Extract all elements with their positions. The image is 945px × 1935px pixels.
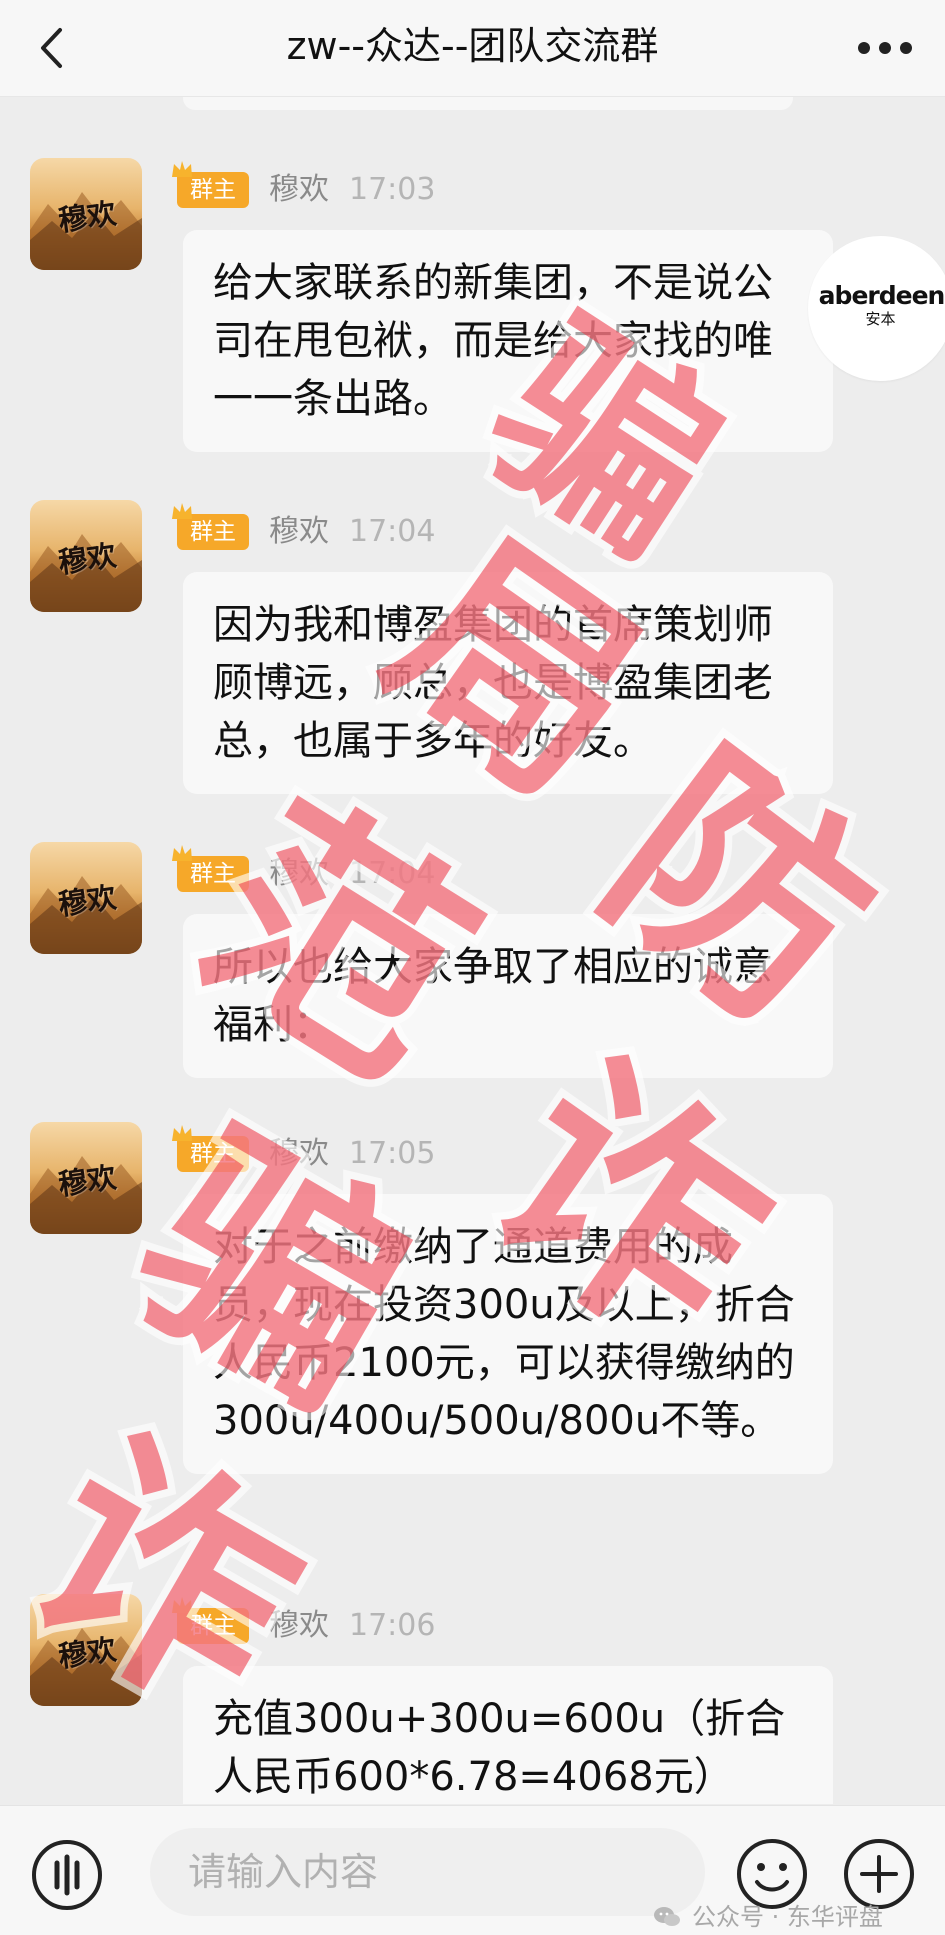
emoji-button[interactable] <box>734 1836 810 1912</box>
avatar[interactable]: 穆欢 <box>30 842 142 954</box>
chat-title: zw--众达--团队交流群 <box>286 24 659 68</box>
crown-icon <box>172 503 192 519</box>
crown-icon <box>172 1597 192 1613</box>
sender-name: 穆欢 <box>269 172 329 207</box>
message-bubble[interactable]: 对于之前缴纳了通道费用的成员，现在投资300u及以上，折合人民币2100元，可以… <box>183 1194 833 1474</box>
plus-circle-icon <box>844 1839 914 1909</box>
message-time: 17:05 <box>349 1136 436 1171</box>
channel-watermark-text: 公众号 · 东华评盘 <box>692 1903 883 1931</box>
voice-button[interactable] <box>30 1838 104 1912</box>
message-time: 17:06 <box>349 1608 436 1643</box>
message-bubble[interactable]: 充值300u+300u=600u（折合人民币600*6.78=4068元） <box>183 1666 833 1804</box>
crown-icon <box>172 1125 192 1141</box>
message-bubble[interactable]: 给大家联系的新集团，不是说公司在甩包袱，而是给大家找的唯一一条出路。 <box>183 230 833 452</box>
sender-name: 穆欢 <box>269 1136 329 1171</box>
message-bubble[interactable]: 所以也给大家争取了相应的诚意福利： <box>183 914 833 1078</box>
brand-watermark-subtitle: 安本 <box>865 310 896 328</box>
message-time: 17:04 <box>349 856 436 891</box>
avatar[interactable]: 穆欢 <box>30 500 142 612</box>
crown-icon <box>172 845 192 861</box>
wechat-icon <box>654 1907 680 1926</box>
message-list[interactable]: aberdeen 安本 穆欢 群主 穆欢 17:03 给大家联系的新集团，不是说… <box>0 96 945 1804</box>
more-button[interactable] <box>847 18 923 78</box>
more-dots-icon <box>858 42 912 54</box>
message-bubble[interactable]: 因为我和博盈集团的首席策划师顾博远，顾总，也是博盈集团老总，也属于多年的好友。 <box>183 572 833 794</box>
brand-watermark-name: aberdeen <box>818 281 945 310</box>
avatar[interactable]: 穆欢 <box>30 1122 142 1234</box>
sender-name: 穆欢 <box>269 514 329 549</box>
back-button[interactable] <box>24 18 84 78</box>
voice-icon <box>32 1840 102 1910</box>
chevron-left-icon <box>41 28 62 68</box>
emoji-icon <box>737 1839 807 1909</box>
avatar[interactable]: 穆欢 <box>30 1594 142 1706</box>
sender-name: 穆欢 <box>269 856 329 891</box>
previous-message-bubble-fragment <box>183 96 793 110</box>
message-time: 17:04 <box>349 514 436 549</box>
top-navigation-bar: zw--众达--团队交流群 <box>0 0 945 97</box>
chat-screen: zw--众达--团队交流群 aberdeen 安本 穆欢 群主 穆欢 17:03… <box>0 0 945 1935</box>
message-time: 17:03 <box>349 172 436 207</box>
add-button[interactable] <box>841 1836 917 1912</box>
brand-watermark: aberdeen 安本 <box>808 236 945 381</box>
crown-icon <box>172 161 192 177</box>
message-input[interactable] <box>150 1828 705 1916</box>
avatar[interactable]: 穆欢 <box>30 158 142 270</box>
sender-name: 穆欢 <box>269 1608 329 1643</box>
